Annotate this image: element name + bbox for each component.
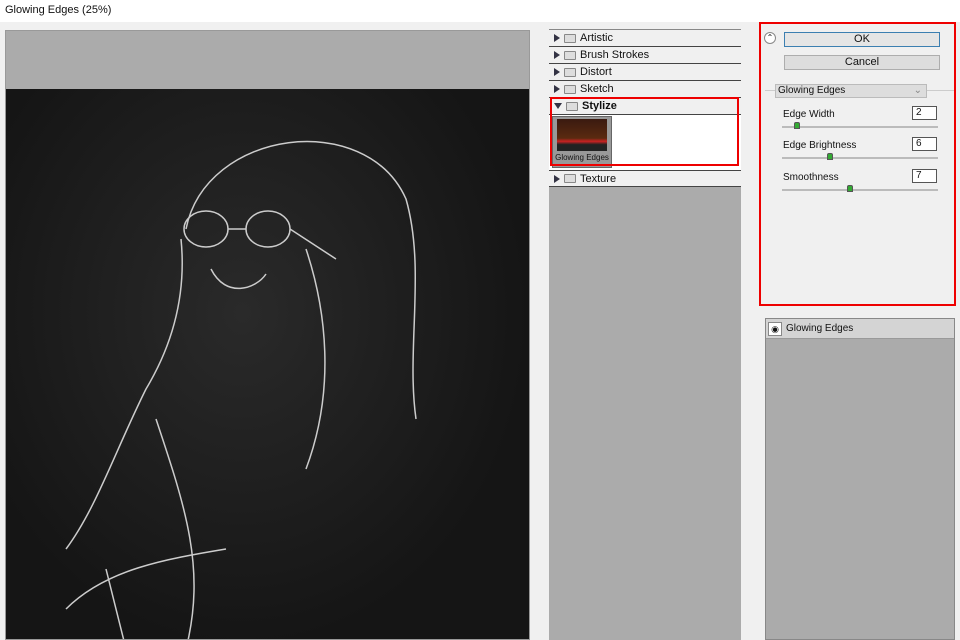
preview-image (6, 89, 529, 639)
window-title: Glowing Edges (25%) (0, 0, 960, 22)
category-brush-strokes[interactable]: Brush Strokes (549, 47, 741, 64)
folder-icon (564, 84, 576, 94)
expand-icon (554, 68, 560, 76)
category-artistic[interactable]: Artistic (549, 30, 741, 47)
folder-icon (564, 174, 576, 183)
folder-icon (564, 50, 576, 60)
expand-icon (554, 51, 560, 59)
preview-canvas[interactable] (5, 30, 530, 640)
folder-icon (564, 67, 576, 77)
category-distort[interactable]: Distort (549, 64, 741, 81)
effect-layer-label: Glowing Edges (786, 323, 854, 334)
expand-icon (554, 174, 560, 183)
eye-icon[interactable]: ◉ (768, 321, 782, 336)
category-label: Brush Strokes (580, 49, 650, 61)
highlight-box (759, 22, 956, 306)
category-sketch[interactable]: Sketch (549, 81, 741, 98)
category-texture[interactable]: Texture (549, 170, 741, 187)
effect-layer[interactable]: ◉ Glowing Edges (766, 319, 954, 339)
category-label: Artistic (580, 32, 613, 44)
highlight-box (550, 97, 739, 166)
folder-icon (564, 33, 576, 43)
category-label: Distort (580, 66, 612, 78)
category-label: Texture (580, 172, 617, 185)
effect-layers-panel: ◉ Glowing Edges (765, 318, 955, 640)
expand-icon (554, 34, 560, 42)
category-label: Sketch (580, 83, 614, 95)
expand-icon (554, 85, 560, 93)
filter-list-scrollbar[interactable] (741, 29, 753, 640)
preview-scrollbar[interactable] (530, 30, 545, 640)
